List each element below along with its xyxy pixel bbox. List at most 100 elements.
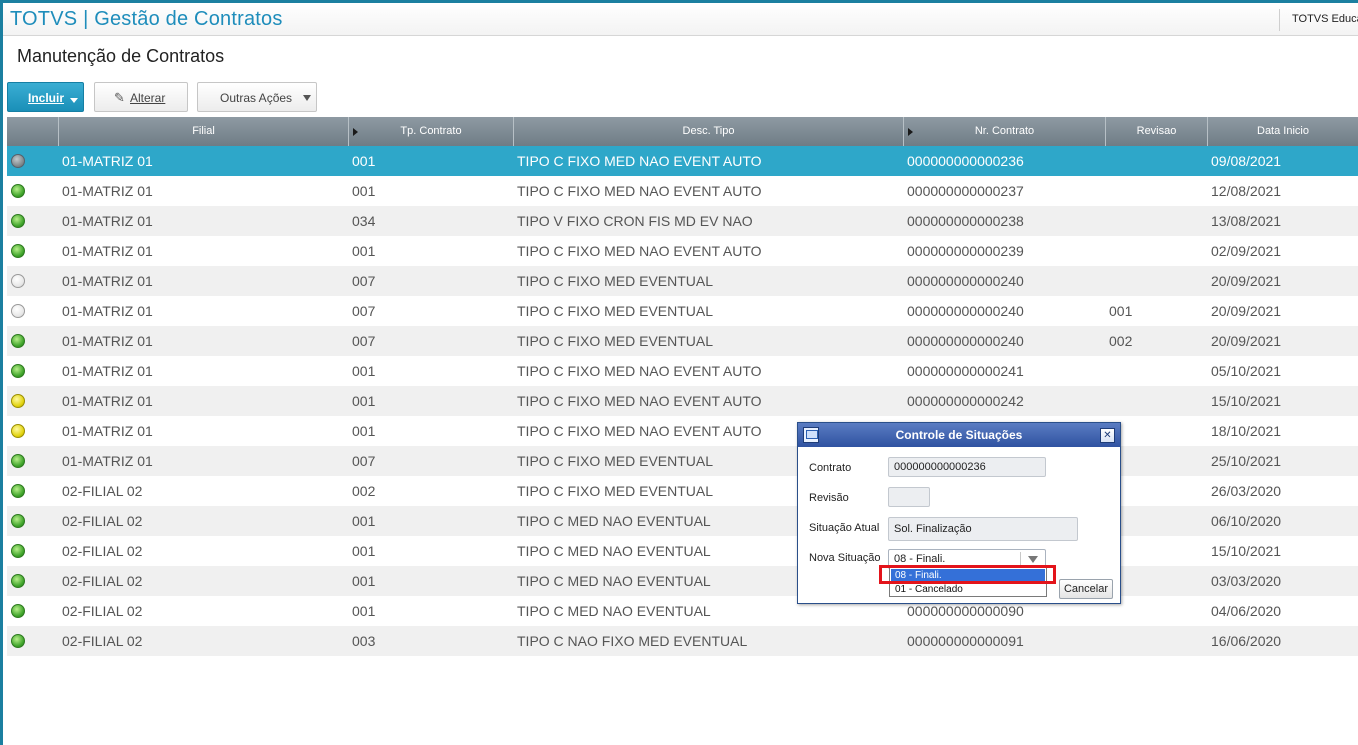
incluir-button[interactable]: Incluir bbox=[7, 82, 84, 112]
cell-tp: 001 bbox=[352, 243, 376, 259]
table-row[interactable]: 01-MATRIZ 01 034 TIPO V FIXO CRON FIS MD E… bbox=[7, 206, 1358, 236]
cell-tp: 001 bbox=[352, 423, 376, 439]
nova-situacao-label: Nova Situação bbox=[809, 552, 881, 564]
revisao-label: Revisão bbox=[809, 492, 849, 504]
status-indicator-icon bbox=[11, 424, 25, 438]
table-row[interactable]: 01-MATRIZ 01 001 TIPO C FIXO MED NAO EVENT… bbox=[7, 356, 1358, 386]
outras-acoes-button[interactable]: Outras Ações bbox=[197, 82, 317, 112]
cell-filial: 01-MATRIZ 01 bbox=[62, 303, 153, 319]
column-tp-contrato-label: Tp. Contrato bbox=[400, 125, 462, 137]
column-status[interactable] bbox=[7, 117, 59, 146]
status-indicator-icon bbox=[11, 304, 25, 318]
table-row[interactable]: 02-FILIAL 02 001 TIPO C MED NAO EVENTUAL 15… bbox=[7, 536, 1358, 566]
table-row[interactable]: 01-MATRIZ 01 001 TIPO C FIXO MED NAO EVENT… bbox=[7, 236, 1358, 266]
column-nr-contrato[interactable]: Nr. Contrato bbox=[904, 117, 1106, 146]
option-cancelado[interactable]: 01 - Cancelado bbox=[891, 583, 1045, 596]
cell-nr: 000000000000240 bbox=[907, 333, 1024, 349]
table-row[interactable]: 01-MATRIZ 01 001 TIPO C FIXO MED NAO EVENT… bbox=[7, 176, 1358, 206]
cell-nr: 000000000000090 bbox=[907, 603, 1024, 619]
cell-tp: 001 bbox=[352, 603, 376, 619]
cell-tp: 001 bbox=[352, 363, 376, 379]
cell-filial: 01-MATRIZ 01 bbox=[62, 273, 153, 289]
cell-tp: 001 bbox=[352, 513, 376, 529]
cell-filial: 01-MATRIZ 01 bbox=[62, 183, 153, 199]
cell-filial: 01-MATRIZ 01 bbox=[62, 153, 153, 169]
grid-header: Filial Tp. Contrato Desc. Tipo Nr. Contr… bbox=[7, 117, 1358, 146]
cell-desc: TIPO C FIXO MED NAO EVENT AUTO bbox=[517, 153, 762, 169]
cancelar-button[interactable]: Cancelar bbox=[1059, 579, 1113, 599]
situacao-atual-field[interactable]: Sol. Finalização bbox=[888, 517, 1078, 541]
table-row[interactable]: 02-FILIAL 02 003 TIPO C NAO FIXO MED EVENT… bbox=[7, 626, 1358, 656]
table-row[interactable]: 01-MATRIZ 01 001 TIPO C FIXO MED NAO EVENT… bbox=[7, 386, 1358, 416]
header-product-label: TOTVS Educacional bbox=[1292, 13, 1358, 25]
column-filial[interactable]: Filial bbox=[59, 117, 349, 146]
cell-nr: 000000000000242 bbox=[907, 393, 1024, 409]
outras-acoes-label: Outras Ações bbox=[220, 91, 293, 105]
cell-filial: 02-FILIAL 02 bbox=[62, 483, 143, 499]
cell-data: 20/09/2021 bbox=[1211, 333, 1282, 349]
cell-desc: TIPO V FIXO CRON FIS MD EV NAO bbox=[517, 213, 753, 229]
status-indicator-icon bbox=[11, 334, 25, 348]
cell-nr: 000000000000237 bbox=[907, 183, 1024, 199]
highlight-annotation-box bbox=[879, 565, 1056, 584]
sort-marker-icon bbox=[353, 128, 358, 136]
select-separator bbox=[1020, 552, 1021, 566]
cell-tp: 034 bbox=[352, 213, 376, 229]
chevron-down-icon[interactable] bbox=[70, 98, 78, 103]
grid-body: 01-MATRIZ 01 001 TIPO C FIXO MED NAO EVENT… bbox=[7, 146, 1358, 656]
cell-data: 20/09/2021 bbox=[1211, 303, 1282, 319]
window-icon bbox=[803, 427, 819, 443]
table-row[interactable]: 01-MATRIZ 01 001 TIPO C FIXO MED NAO EVENT… bbox=[7, 416, 1358, 446]
cell-filial: 01-MATRIZ 01 bbox=[62, 243, 153, 259]
cell-nr: 000000000000091 bbox=[907, 633, 1024, 649]
cell-data: 12/08/2021 bbox=[1211, 183, 1282, 199]
status-indicator-icon bbox=[11, 634, 25, 648]
status-indicator-icon bbox=[11, 394, 25, 408]
column-nr-contrato-label: Nr. Contrato bbox=[974, 125, 1035, 137]
table-row[interactable]: 02-FILIAL 02 002 TIPO C FIXO MED EVENTUAL 2… bbox=[7, 476, 1358, 506]
app-header: TOTVS | Gestão de Contratos TOTVS Educac… bbox=[3, 3, 1358, 36]
cell-desc: TIPO C FIXO MED EVENTUAL bbox=[517, 453, 714, 469]
app-title: TOTVS | Gestão de Contratos bbox=[10, 8, 283, 30]
cell-desc: TIPO C FIXO MED NAO EVENT AUTO bbox=[517, 423, 762, 439]
table-row[interactable]: 01-MATRIZ 01 007 TIPO C FIXO MED EVENTUAL 0… bbox=[7, 296, 1358, 326]
table-row[interactable]: 02-FILIAL 02 001 TIPO C MED NAO EVENTUAL 06… bbox=[7, 506, 1358, 536]
status-indicator-icon bbox=[11, 154, 25, 168]
alterar-label: Alterar bbox=[130, 91, 166, 105]
alterar-button[interactable]: ✎ Alterar bbox=[94, 82, 188, 112]
dialog-title-bar[interactable]: Controle de Situações ✕ bbox=[798, 423, 1120, 447]
cell-nr: 000000000000238 bbox=[907, 213, 1024, 229]
cell-filial: 02-FILIAL 02 bbox=[62, 513, 143, 529]
close-icon[interactable]: ✕ bbox=[1100, 428, 1115, 443]
column-data-inicio[interactable]: Data Inicio bbox=[1208, 117, 1358, 146]
dialog-title: Controle de Situações bbox=[895, 428, 1023, 442]
cell-desc: TIPO C FIXO MED NAO EVENT AUTO bbox=[517, 183, 762, 199]
contrato-field[interactable]: 000000000000236 bbox=[888, 457, 1046, 477]
situacao-atual-label: Situação Atual bbox=[809, 522, 880, 534]
cell-data: 04/06/2020 bbox=[1211, 603, 1282, 619]
column-revisao[interactable]: Revisao bbox=[1106, 117, 1208, 146]
table-row[interactable]: 01-MATRIZ 01 007 TIPO C FIXO MED EVENTUAL 0… bbox=[7, 326, 1358, 356]
table-row[interactable]: 02-FILIAL 02 001 TIPO C MED NAO EVENTUAL 03… bbox=[7, 566, 1358, 596]
cell-filial: 01-MATRIZ 01 bbox=[62, 453, 153, 469]
table-row[interactable]: 01-MATRIZ 01 001 TIPO C FIXO MED NAO EVENT… bbox=[7, 146, 1358, 176]
header-separator bbox=[1279, 9, 1280, 31]
table-row[interactable]: 01-MATRIZ 01 007 TIPO C FIXO MED EVENTUAL 2… bbox=[7, 446, 1358, 476]
cell-data: 15/10/2021 bbox=[1211, 393, 1282, 409]
cell-data: 16/06/2020 bbox=[1211, 633, 1282, 649]
cell-data: 13/08/2021 bbox=[1211, 213, 1282, 229]
table-row[interactable]: 01-MATRIZ 01 007 TIPO C FIXO MED EVENTUAL 0… bbox=[7, 266, 1358, 296]
column-desc-tipo[interactable]: Desc. Tipo bbox=[514, 117, 904, 146]
revisao-field[interactable] bbox=[888, 487, 930, 507]
chevron-down-icon[interactable] bbox=[1028, 556, 1038, 563]
column-tp-contrato[interactable]: Tp. Contrato bbox=[349, 117, 514, 146]
status-indicator-icon bbox=[11, 184, 25, 198]
incluir-label: Incluir bbox=[28, 91, 65, 105]
status-indicator-icon bbox=[11, 274, 25, 288]
nova-situacao-value: 08 - Finali. bbox=[894, 553, 946, 565]
sort-marker-icon bbox=[908, 128, 913, 136]
status-indicator-icon bbox=[11, 244, 25, 258]
cell-data: 25/10/2021 bbox=[1211, 453, 1282, 469]
cell-data: 18/10/2021 bbox=[1211, 423, 1282, 439]
table-row[interactable]: 02-FILIAL 02 001 TIPO C MED NAO EVENTUAL 00… bbox=[7, 596, 1358, 626]
